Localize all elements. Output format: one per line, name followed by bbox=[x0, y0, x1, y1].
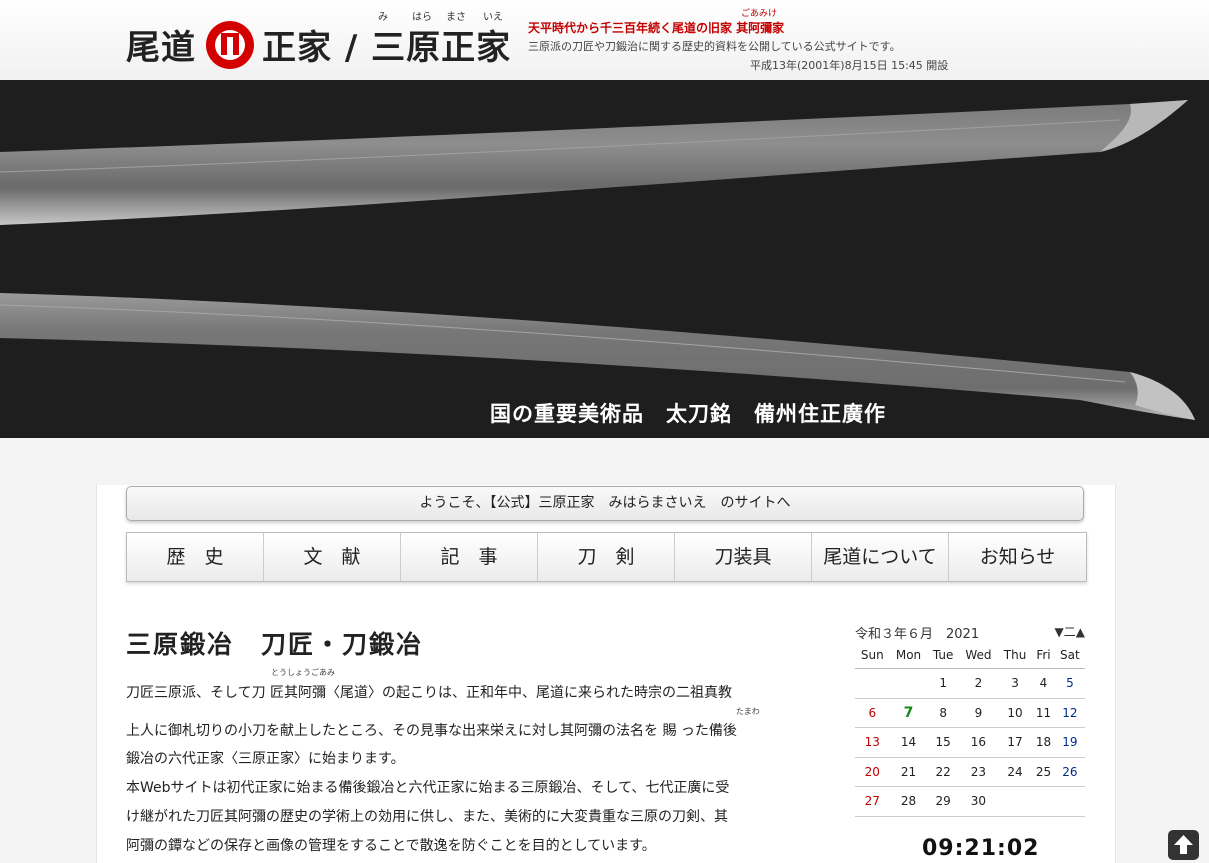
day-cell[interactable]: 29 bbox=[927, 786, 959, 817]
day-cell bbox=[998, 786, 1033, 817]
weekday-header: Sat bbox=[1054, 642, 1085, 669]
day-cell[interactable]: 16 bbox=[958, 727, 998, 758]
nav-news[interactable]: お知らせ bbox=[949, 533, 1086, 581]
welcome-banner: ようこそ、【公式】三原正家 みはらまさいえ のサイトへ bbox=[126, 486, 1084, 521]
day-cell[interactable]: 8 bbox=[927, 698, 959, 728]
ruby-tamawa: たまわ bbox=[736, 707, 760, 716]
day-cell[interactable]: 17 bbox=[998, 727, 1033, 758]
day-cell[interactable]: 20 bbox=[855, 757, 890, 787]
arrow-up-icon bbox=[1174, 835, 1193, 854]
next-month-button[interactable]: ▲ bbox=[1076, 625, 1085, 639]
day-cell[interactable]: 1 bbox=[927, 668, 959, 699]
logo-ruby-mi: み bbox=[378, 12, 388, 23]
day-cell[interactable]: 13 bbox=[855, 727, 890, 758]
logo-ruby-masa: まさ bbox=[446, 12, 466, 23]
hero-banner: 国の重要美術品 太刀銘 備州住正廣作 bbox=[0, 80, 1209, 438]
day-cell bbox=[855, 668, 890, 699]
day-cell[interactable]: 10 bbox=[998, 698, 1033, 728]
back-to-top-button[interactable] bbox=[1168, 830, 1199, 860]
article-line-1: 刀匠三原派、そして刀 匠其阿彌〈尾道〉の起こりは、正和年中、尾道に来られた時宗の… bbox=[126, 685, 733, 701]
week-row: 13 14 15 16 17 18 19 bbox=[855, 727, 1085, 758]
day-cell[interactable]: 2 bbox=[958, 668, 998, 699]
day-cell[interactable]: 22 bbox=[927, 757, 959, 787]
calendar-header: 令和３年６月 2021 ▼二▲ bbox=[855, 620, 1085, 642]
day-cell[interactable]: 6 bbox=[855, 698, 890, 728]
weekday-row: Sun Mon Tue Wed Thu Fri Sat bbox=[855, 642, 1085, 669]
nav-history[interactable]: 歴 史 bbox=[127, 533, 264, 581]
day-cell[interactable]: 18 bbox=[1032, 727, 1055, 758]
day-cell[interactable]: 21 bbox=[889, 757, 928, 787]
week-row: 6 7 8 9 10 11 12 bbox=[855, 698, 1085, 728]
weekday-header: Wed bbox=[958, 642, 998, 669]
day-cell[interactable]: 9 bbox=[958, 698, 998, 728]
day-cell[interactable]: 24 bbox=[998, 757, 1033, 787]
calendar-grid: Sun Mon Tue Wed Thu Fri Sat 1 2 3 4 5 6 bbox=[855, 642, 1085, 817]
calendar-mode-button[interactable]: 二 bbox=[1064, 625, 1076, 639]
day-cell[interactable]: 12 bbox=[1054, 698, 1085, 728]
logo-text-right[interactable]: 正家 / 三原正家 bbox=[262, 20, 511, 69]
day-cell[interactable]: 14 bbox=[889, 727, 928, 758]
article-line-5: け継がれた刀匠其阿彌の歴史の学術上の効用に供し、また、美術的に大変貴重な三原の刀… bbox=[126, 809, 728, 825]
logo-ruby-ie: いえ bbox=[483, 12, 503, 23]
day-cell bbox=[1032, 786, 1055, 817]
nav-about-onomichi[interactable]: 尾道について bbox=[812, 533, 949, 581]
day-cell[interactable]: 5 bbox=[1054, 668, 1085, 699]
nav-fittings[interactable]: 刀装具 bbox=[675, 533, 812, 581]
hero-caption: 国の重要美術品 太刀銘 備州住正廣作 bbox=[490, 401, 886, 426]
day-cell[interactable]: 30 bbox=[958, 786, 998, 817]
weekday-header: Sun bbox=[855, 642, 890, 669]
weekday-header: Thu bbox=[998, 642, 1033, 669]
logo-text-left[interactable]: 尾道 bbox=[126, 20, 196, 69]
weekday-header: Mon bbox=[889, 642, 928, 669]
calendar-title: 令和３年６月 2021 bbox=[855, 627, 980, 642]
main-nav: 歴 史 文 献 記 事 刀 剣 刀装具 尾道について お知らせ bbox=[126, 532, 1087, 582]
ruby-goami: とうしょうごあみ bbox=[271, 668, 335, 677]
nav-articles[interactable]: 記 事 bbox=[401, 533, 538, 581]
day-cell[interactable]: 25 bbox=[1032, 757, 1055, 787]
site-header: 尾道 正家 / 三原正家 み はら まさ いえ ごあみけ 天平時代から千三百年続… bbox=[0, 0, 1209, 81]
day-cell-today[interactable]: 7 bbox=[889, 698, 928, 728]
day-cell[interactable]: 23 bbox=[958, 757, 998, 787]
nav-literature[interactable]: 文 献 bbox=[264, 533, 401, 581]
sword-image bbox=[0, 100, 1195, 420]
nav-swords[interactable]: 刀 剣 bbox=[538, 533, 675, 581]
article-title: 三原鍛冶 刀匠・刀鍛冶 bbox=[126, 630, 424, 659]
day-cell[interactable]: 4 bbox=[1032, 668, 1055, 699]
day-cell[interactable]: 27 bbox=[855, 786, 890, 817]
day-cell[interactable]: 3 bbox=[998, 668, 1033, 699]
prev-month-button[interactable]: ▼ bbox=[1055, 625, 1064, 639]
day-cell bbox=[1054, 786, 1085, 817]
weekday-header: Fri bbox=[1032, 642, 1055, 669]
article-line-2: 上人に御札切りの小刀を献上したところ、その見事な出来栄えに対し其阿彌の法名を 賜… bbox=[126, 723, 737, 739]
day-cell bbox=[889, 668, 928, 699]
founded-date: 平成13年(2001年)8月15日 15:45 開設 bbox=[750, 59, 949, 72]
logo-ruby-hara: はら bbox=[412, 12, 432, 23]
day-cell[interactable]: 26 bbox=[1054, 757, 1085, 787]
day-cell[interactable]: 15 bbox=[927, 727, 959, 758]
weekday-header: Tue bbox=[927, 642, 959, 669]
week-row: 20 21 22 23 24 25 26 bbox=[855, 757, 1085, 787]
site-description: 三原派の刀匠や刀鍛治に関する歴史的資料を公開している公式サイトです。 bbox=[528, 40, 901, 53]
tagline-ruby: ごあみけ bbox=[741, 9, 778, 19]
article-line-3: 鍛冶の六代正家〈三原正家〉に始まります。 bbox=[126, 751, 405, 767]
article-line-6: 阿彌の鐔などの保存と画像の管理をすることで散逸を防ぐことを目的としています。 bbox=[126, 838, 656, 854]
day-cell[interactable]: 11 bbox=[1032, 698, 1055, 728]
day-cell[interactable]: 19 bbox=[1054, 727, 1085, 758]
clock: 09:21:02 bbox=[922, 836, 1040, 861]
article-line-4: 本Webサイトは初代正家に始まる備後鍛冶と六代正家に始まる三原鍛冶、そして、七代… bbox=[126, 780, 730, 796]
tagline: 天平時代から千三百年続く尾道の旧家 其阿彌家 bbox=[528, 21, 785, 35]
week-row: 1 2 3 4 5 bbox=[855, 668, 1085, 699]
week-row: 27 28 29 30 bbox=[855, 786, 1085, 817]
day-cell[interactable]: 28 bbox=[889, 786, 928, 817]
calendar-nav: ▼二▲ bbox=[1055, 623, 1085, 640]
crest-icon[interactable] bbox=[206, 21, 254, 69]
